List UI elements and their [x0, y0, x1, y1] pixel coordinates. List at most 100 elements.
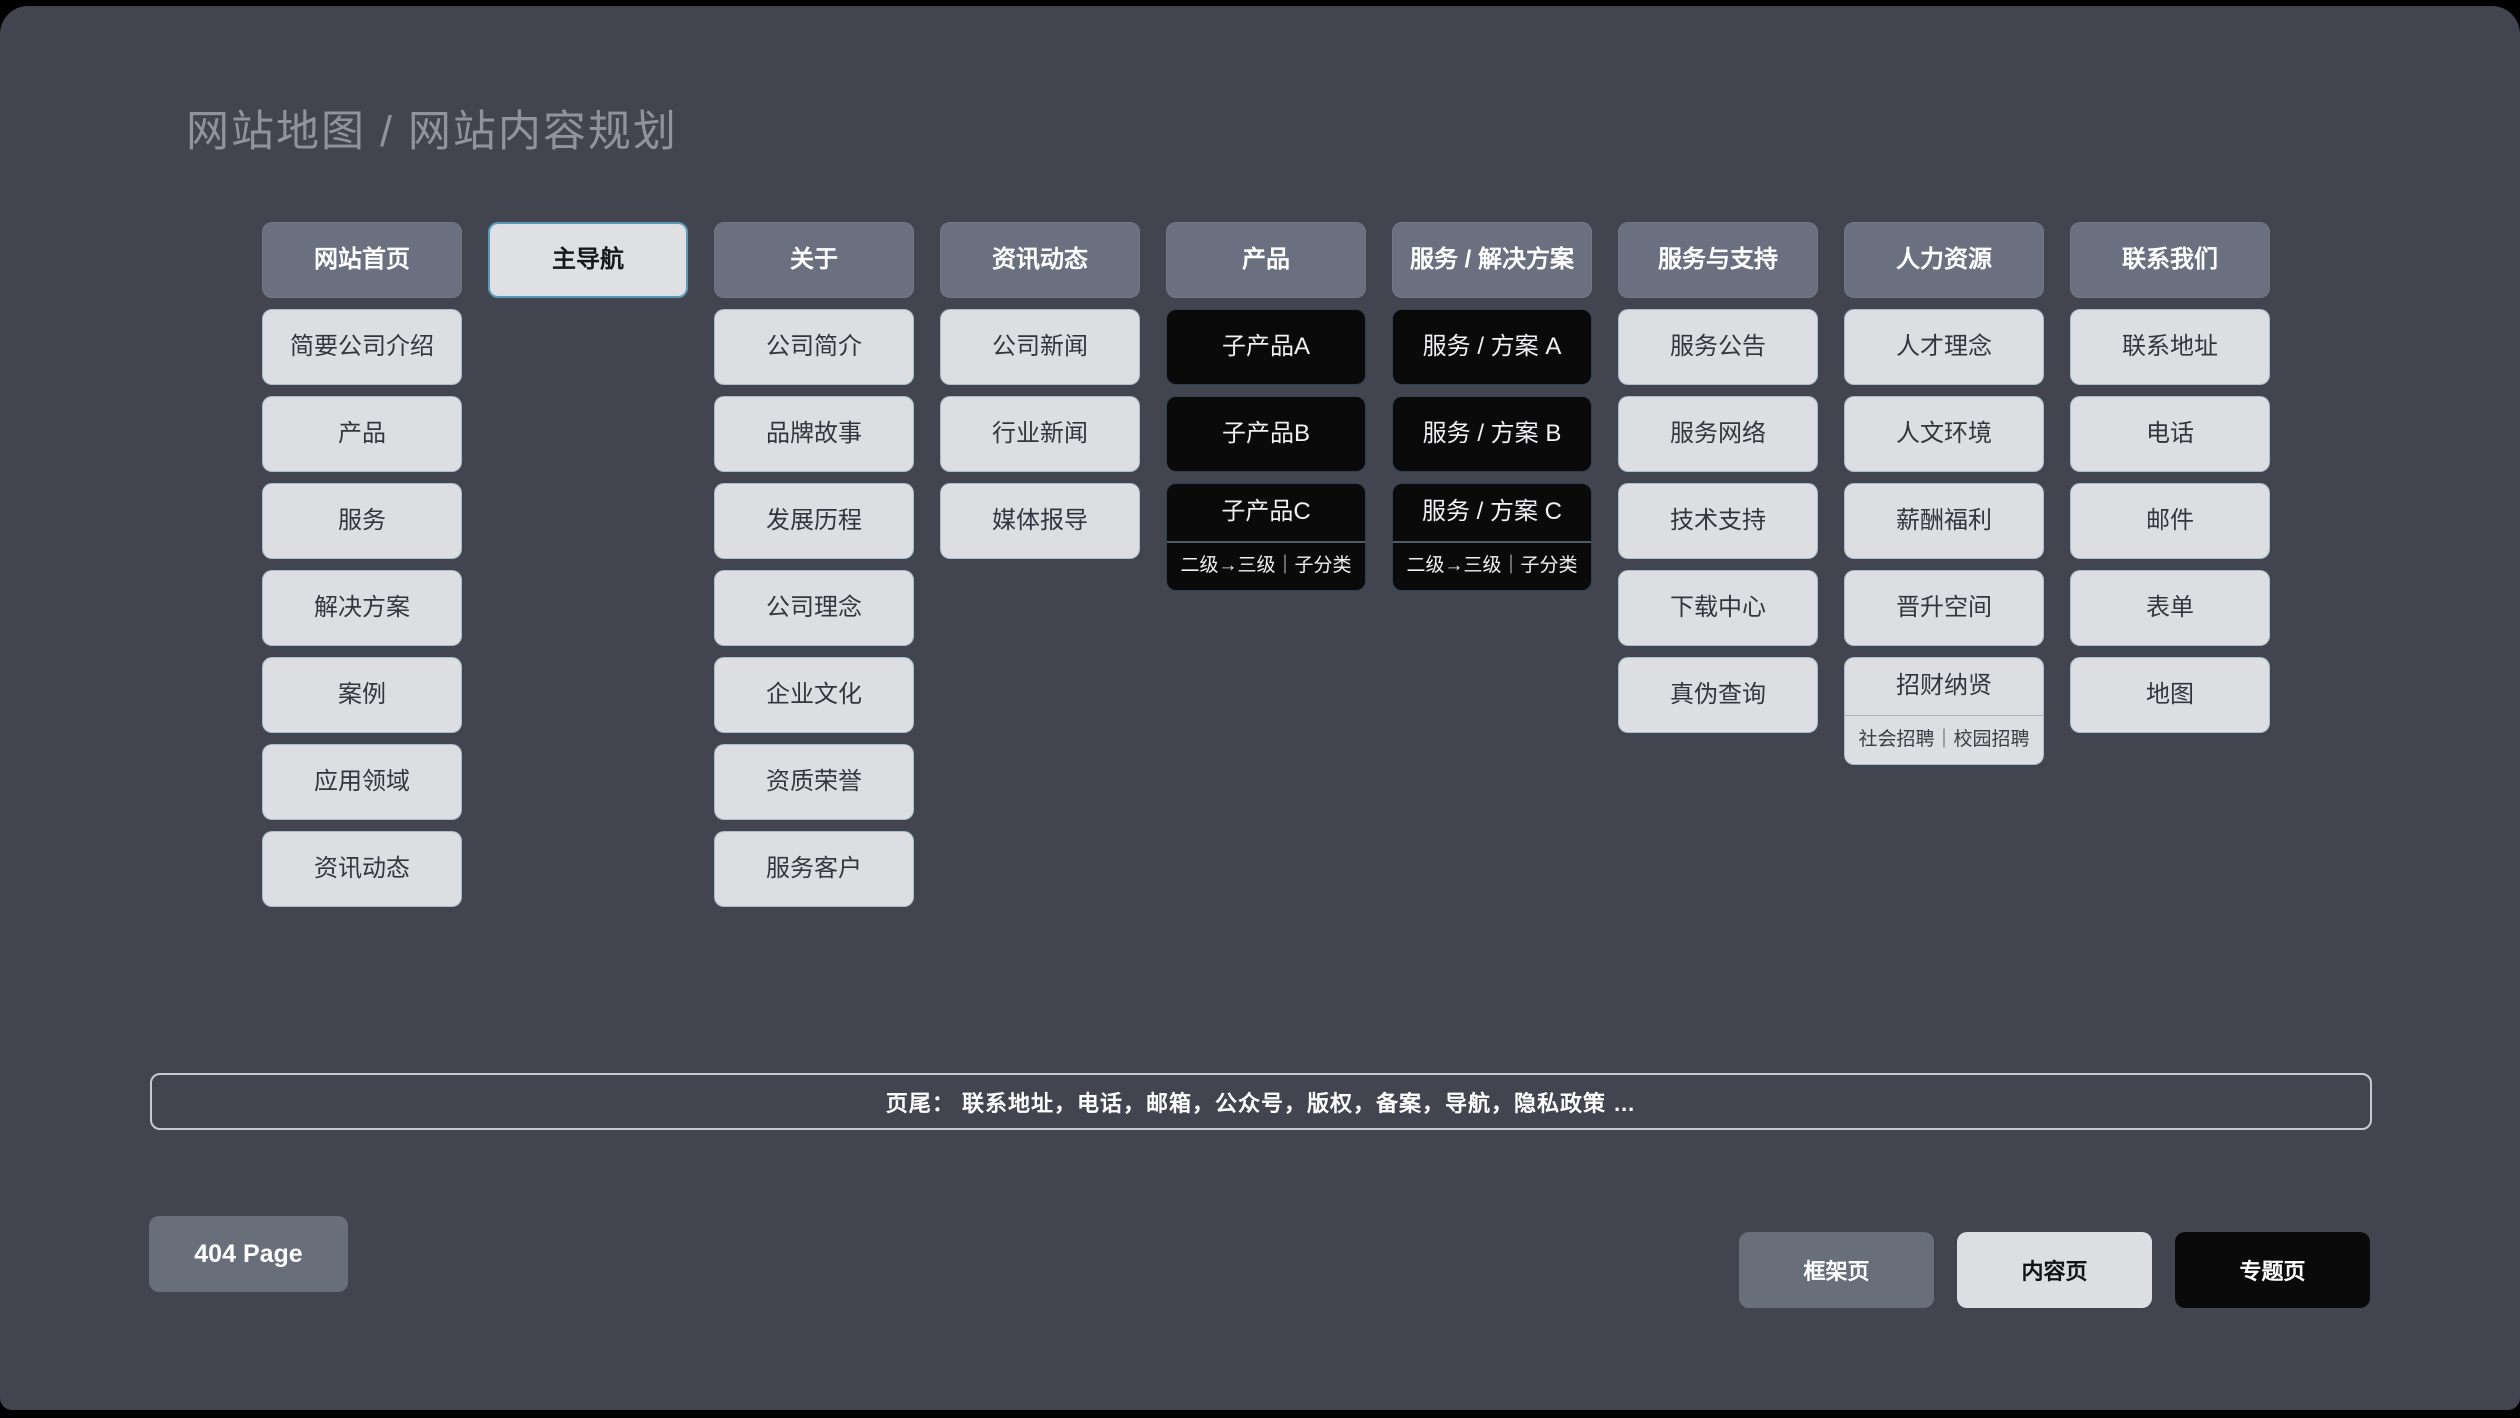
node-label: 邮件 — [2146, 507, 2194, 536]
sitemap-column-6: 服务 / 解决方案服务 / 方案 A 服务 / 方案 B 服务 / 方案 C二级→三… — [1392, 222, 1592, 591]
sitemap-node[interactable]: 媒体报导 — [940, 483, 1140, 559]
sitemap-node[interactable]: 服务公告 — [1618, 309, 1818, 385]
node-label: 简要公司介绍 — [290, 333, 434, 362]
column-header-node[interactable]: 资讯动态 — [940, 222, 1140, 298]
footer-bar[interactable]: 页尾： 联系地址，电话，邮箱，公众号，版权，备案，导航，隐私政策 … — [150, 1073, 2372, 1130]
legend-special-page-button[interactable]: 专题页 — [2175, 1232, 2370, 1308]
node-label: 服务 / 方案 A — [1423, 333, 1562, 362]
column-header-node[interactable]: 人力资源 — [1844, 222, 2044, 298]
sitemap-node[interactable]: 行业新闻 — [940, 396, 1140, 472]
page-404-button[interactable]: 404 Page — [149, 1216, 348, 1292]
sitemap-node[interactable]: 服务网络 — [1618, 396, 1818, 472]
node-label: 行业新闻 — [992, 420, 1088, 449]
sitemap-node[interactable]: 真伪查询 — [1618, 657, 1818, 733]
sitemap-column-7: 服务与支持服务公告服务网络技术支持下载中心真伪查询 — [1618, 222, 1818, 733]
node-label: 联系地址 — [2122, 333, 2218, 362]
sitemap-column-9: 联系我们联系地址电话邮件表单地图 — [2070, 222, 2270, 733]
node-label: 地图 — [2146, 681, 2194, 710]
node-label: 发展历程 — [766, 507, 862, 536]
node-label: 解决方案 — [314, 594, 410, 623]
node-label: 人才理念 — [1896, 333, 1992, 362]
sitemap-node[interactable]: 资讯动态 — [262, 831, 462, 907]
sitemap-node[interactable]: 服务 / 方案 C二级→三级｜子分类 — [1392, 483, 1592, 591]
node-label: 下载中心 — [1670, 594, 1766, 623]
node-label: 人文环境 — [1896, 420, 1992, 449]
node-label: 电话 — [2146, 420, 2194, 449]
node-label: 产品 — [338, 420, 386, 449]
sitemap-node[interactable]: 发展历程 — [714, 483, 914, 559]
sitemap-node[interactable]: 地图 — [2070, 657, 2270, 733]
sitemap-node[interactable]: 公司理念 — [714, 570, 914, 646]
sitemap-node[interactable]: 产品 — [262, 396, 462, 472]
canvas-panel: 网站地图 / 网站内容规划 网站首页简要公司介绍产品服务解决方案案例应用领域资讯… — [0, 6, 2520, 1410]
node-label: 表单 — [2146, 594, 2194, 623]
sitemap-node[interactable]: 技术支持 — [1618, 483, 1818, 559]
sitemap-node[interactable]: 下载中心 — [1618, 570, 1818, 646]
node-label: 公司理念 — [766, 594, 862, 623]
node-label: 品牌故事 — [766, 420, 862, 449]
node-label: 服务网络 — [1670, 420, 1766, 449]
sitemap-node[interactable]: 应用领域 — [262, 744, 462, 820]
column-header-node[interactable]: 主导航 — [488, 222, 688, 298]
node-sublabel: 社会招聘｜校园招聘 — [1845, 715, 2043, 764]
sitemap-node[interactable]: 薪酬福利 — [1844, 483, 2044, 559]
sitemap-node[interactable]: 企业文化 — [714, 657, 914, 733]
node-label: 薪酬福利 — [1896, 507, 1992, 536]
sitemap-node[interactable]: 品牌故事 — [714, 396, 914, 472]
sitemap-node[interactable]: 招财纳贤社会招聘｜校园招聘 — [1844, 657, 2044, 765]
column-header-node[interactable]: 服务与支持 — [1618, 222, 1818, 298]
sitemap-column-5: 产品子产品A 子产品B 子产品C二级→三级｜子分类 — [1166, 222, 1366, 591]
node-label: 应用领域 — [314, 768, 410, 797]
sitemap-column-8: 人力资源人才理念人文环境薪酬福利晋升空间招财纳贤社会招聘｜校园招聘 — [1844, 222, 2044, 765]
node-label: 资讯动态 — [314, 855, 410, 884]
node-label: 企业文化 — [766, 681, 862, 710]
sitemap-node[interactable]: 电话 — [2070, 396, 2270, 472]
sitemap-column-3: 关于公司简介品牌故事发展历程公司理念企业文化资质荣誉服务客户 — [714, 222, 914, 907]
sitemap-column-1: 网站首页简要公司介绍产品服务解决方案案例应用领域资讯动态 — [262, 222, 462, 907]
sitemap-node[interactable]: 晋升空间 — [1844, 570, 2044, 646]
legend-content-page-button[interactable]: 内容页 — [1957, 1232, 2152, 1308]
node-label: 子产品B — [1222, 420, 1310, 449]
sitemap-node[interactable]: 服务客户 — [714, 831, 914, 907]
column-header-node[interactable]: 关于 — [714, 222, 914, 298]
sitemap-node[interactable]: 邮件 — [2070, 483, 2270, 559]
node-label: 公司简介 — [766, 333, 862, 362]
sitemap-node[interactable]: 联系地址 — [2070, 309, 2270, 385]
sitemap-column-4: 资讯动态公司新闻行业新闻媒体报导 — [940, 222, 1140, 559]
legend-frame-page-button[interactable]: 框架页 — [1739, 1232, 1934, 1308]
sitemap-node[interactable]: 子产品C二级→三级｜子分类 — [1166, 483, 1366, 591]
sitemap-node[interactable]: 简要公司介绍 — [262, 309, 462, 385]
sitemap-node[interactable]: 人文环境 — [1844, 396, 2044, 472]
sitemap-node[interactable]: 公司简介 — [714, 309, 914, 385]
node-label: 技术支持 — [1670, 507, 1766, 536]
sitemap-node[interactable]: 人才理念 — [1844, 309, 2044, 385]
node-label: 服务 / 方案 B — [1423, 420, 1562, 449]
node-label: 媒体报导 — [992, 507, 1088, 536]
page-title: 网站地图 / 网站内容规划 — [186, 97, 678, 159]
node-label: 服务公告 — [1670, 333, 1766, 362]
node-label: 资质荣誉 — [766, 768, 862, 797]
column-header-node[interactable]: 联系我们 — [2070, 222, 2270, 298]
sitemap-column-2: 主导航 — [488, 222, 688, 298]
sitemap-node[interactable]: 服务 — [262, 483, 462, 559]
sitemap-node[interactable]: 子产品B — [1166, 396, 1366, 472]
node-label: 子产品C — [1167, 484, 1365, 541]
sitemap-node[interactable]: 解决方案 — [262, 570, 462, 646]
column-header-node[interactable]: 产品 — [1166, 222, 1366, 298]
node-label: 晋升空间 — [1896, 594, 1992, 623]
node-label: 服务 / 方案 C — [1393, 484, 1591, 541]
sitemap-node[interactable]: 子产品A — [1166, 309, 1366, 385]
sitemap-node[interactable]: 资质荣誉 — [714, 744, 914, 820]
node-label: 招财纳贤 — [1845, 658, 2043, 715]
sitemap-node[interactable]: 案例 — [262, 657, 462, 733]
sitemap-node[interactable]: 表单 — [2070, 570, 2270, 646]
node-label: 服务 — [338, 507, 386, 536]
node-label: 真伪查询 — [1670, 681, 1766, 710]
sitemap-node[interactable]: 服务 / 方案 A — [1392, 309, 1592, 385]
node-label: 案例 — [338, 681, 386, 710]
node-label: 公司新闻 — [992, 333, 1088, 362]
sitemap-node[interactable]: 服务 / 方案 B — [1392, 396, 1592, 472]
sitemap-node[interactable]: 公司新闻 — [940, 309, 1140, 385]
column-header-node[interactable]: 服务 / 解决方案 — [1392, 222, 1592, 298]
column-header-node[interactable]: 网站首页 — [262, 222, 462, 298]
